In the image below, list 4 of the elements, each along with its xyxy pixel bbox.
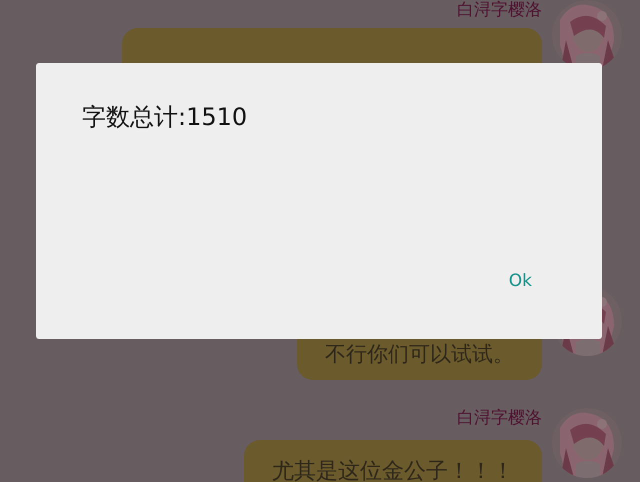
dialog-message: 字数总计:1510 bbox=[82, 102, 248, 133]
sender-name: 白浔字樱洛 bbox=[457, 408, 542, 428]
message-bubble: 尤其是这位金公子！！！ bbox=[244, 440, 542, 482]
sender-name: 白浔字樱洛 bbox=[457, 0, 542, 20]
